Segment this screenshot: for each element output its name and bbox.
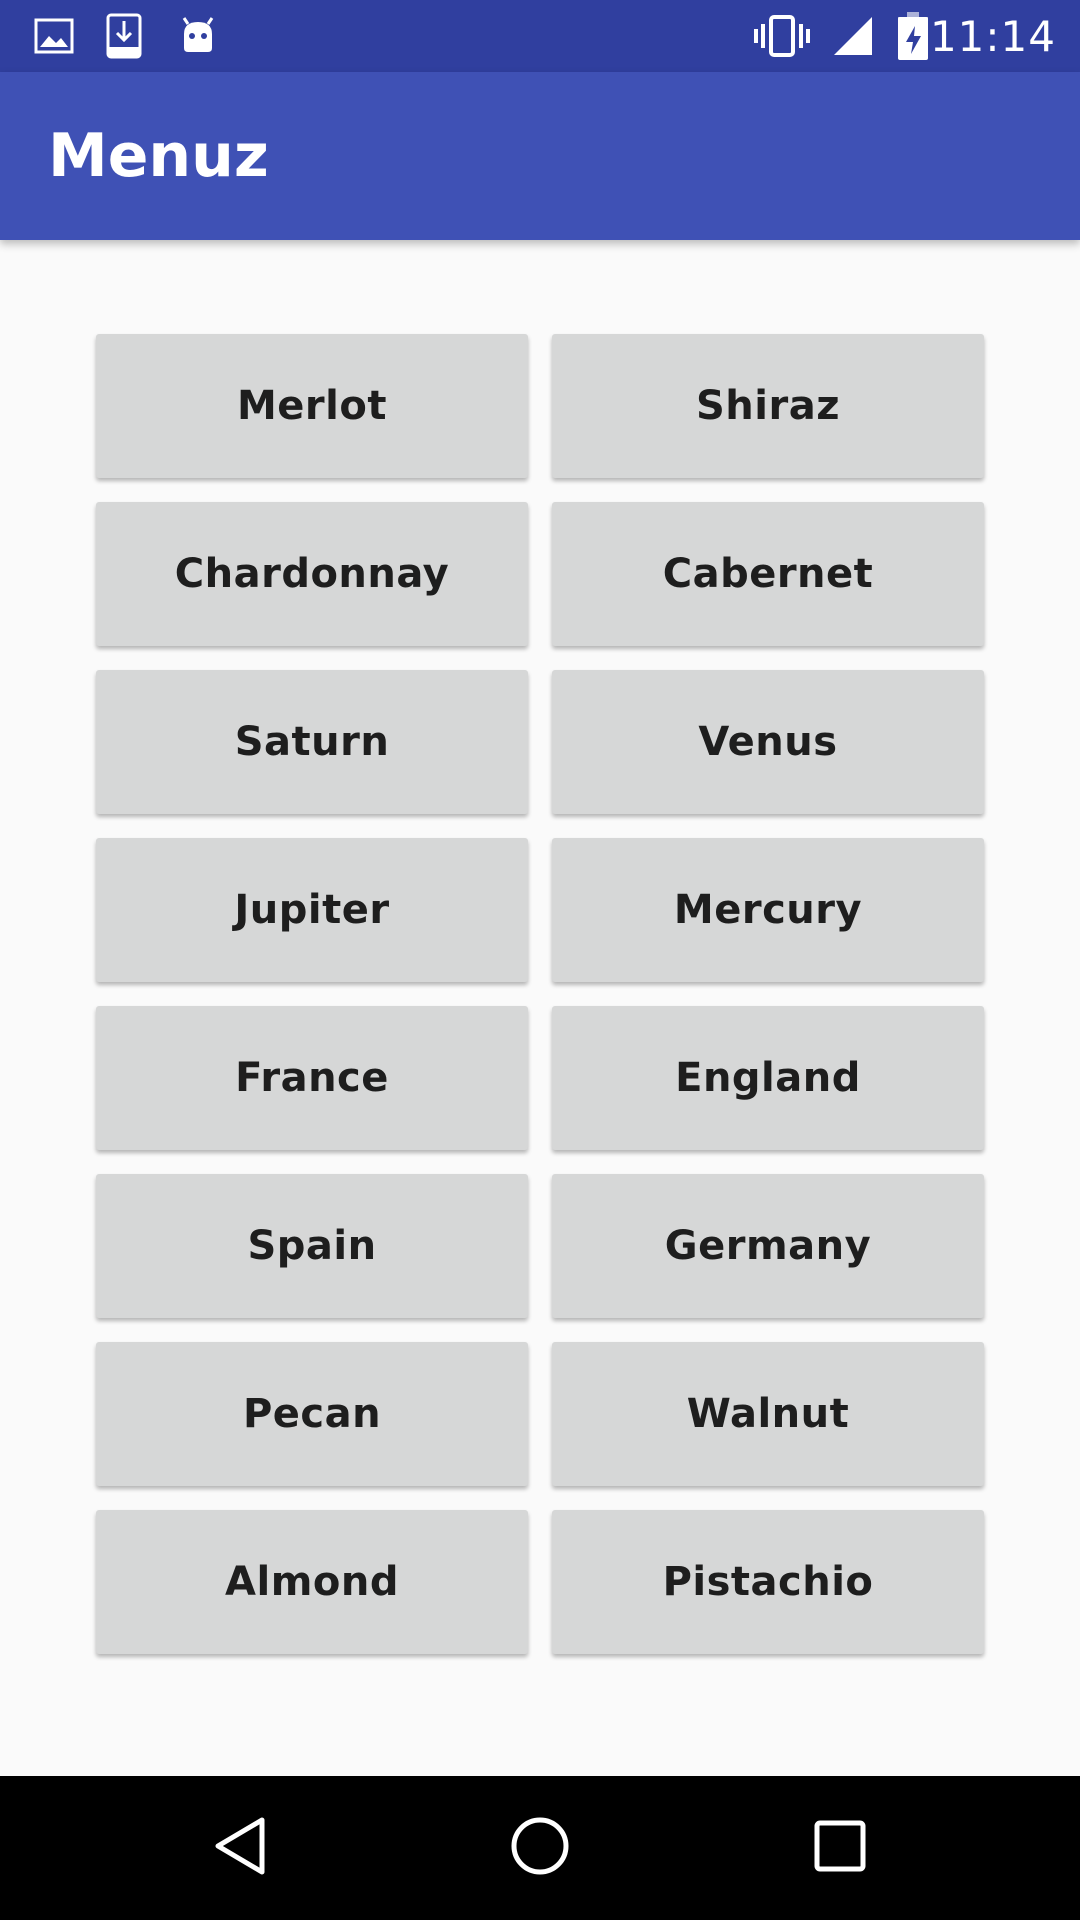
app-title: Menuz	[48, 121, 269, 191]
content-area: Merlot Shiraz Chardonnay Cabernet Saturn…	[0, 240, 1080, 1776]
signal-icon	[832, 0, 874, 72]
home-icon	[510, 1816, 570, 1880]
status-bar: 11:14	[0, 0, 1080, 72]
menu-button-almond[interactable]: Almond	[96, 1510, 528, 1654]
menu-button-cabernet[interactable]: Cabernet	[552, 502, 984, 646]
menu-button-spain[interactable]: Spain	[96, 1174, 528, 1318]
back-icon	[212, 1816, 268, 1880]
menu-button-saturn[interactable]: Saturn	[96, 670, 528, 814]
recents-button[interactable]	[750, 1776, 930, 1920]
menu-button-chardonnay[interactable]: Chardonnay	[96, 502, 528, 646]
battery-charging-icon	[898, 0, 928, 72]
menu-button-walnut[interactable]: Walnut	[552, 1342, 984, 1486]
menu-button-jupiter[interactable]: Jupiter	[96, 838, 528, 982]
menu-button-germany[interactable]: Germany	[552, 1174, 984, 1318]
menu-grid: Merlot Shiraz Chardonnay Cabernet Saturn…	[96, 334, 984, 1654]
image-icon	[34, 0, 74, 72]
menu-button-mercury[interactable]: Mercury	[552, 838, 984, 982]
recents-icon	[814, 1820, 866, 1876]
menu-button-england[interactable]: England	[552, 1006, 984, 1150]
clock: 11:14	[929, 11, 1056, 61]
menu-button-pistachio[interactable]: Pistachio	[552, 1510, 984, 1654]
back-button[interactable]	[150, 1776, 330, 1920]
vibrate-icon	[754, 0, 810, 72]
menu-button-france[interactable]: France	[96, 1006, 528, 1150]
app-bar: Menuz	[0, 72, 1080, 240]
menu-button-pecan[interactable]: Pecan	[96, 1342, 528, 1486]
download-icon	[106, 0, 142, 72]
android-icon	[178, 0, 218, 72]
menu-button-merlot[interactable]: Merlot	[96, 334, 528, 478]
menu-button-shiraz[interactable]: Shiraz	[552, 334, 984, 478]
home-button[interactable]	[450, 1776, 630, 1920]
navigation-bar	[0, 1776, 1080, 1920]
menu-button-venus[interactable]: Venus	[552, 670, 984, 814]
